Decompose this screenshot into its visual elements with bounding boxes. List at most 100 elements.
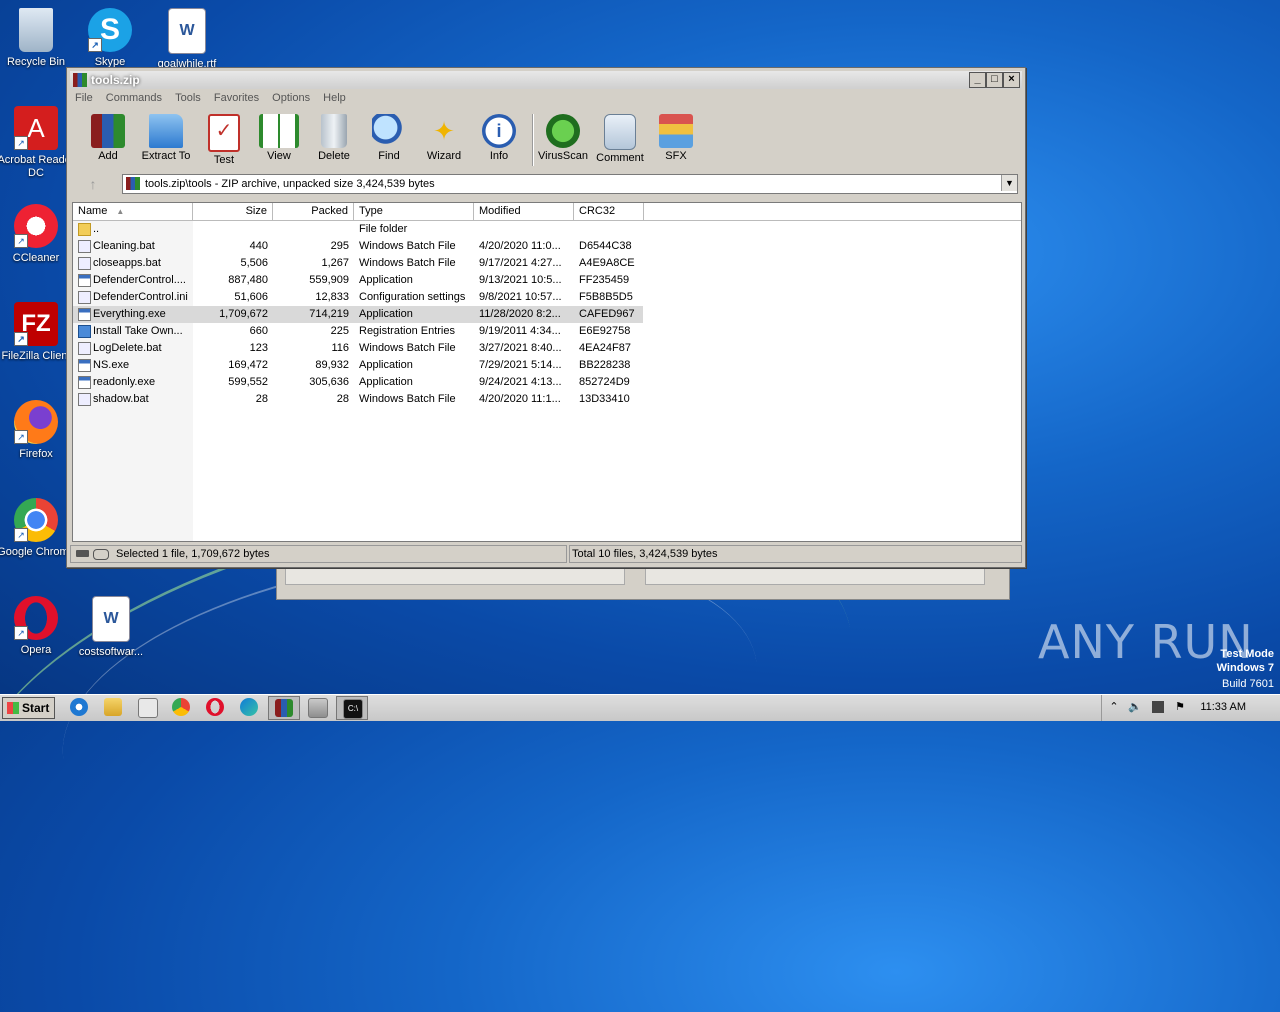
column-header-type[interactable]: Type xyxy=(354,203,474,220)
cell-modified: 7/29/2021 5:14... xyxy=(479,359,562,371)
desktop-icon-firefox[interactable]: ↗ Firefox xyxy=(0,400,75,461)
address-bar[interactable]: tools.zip\tools - ZIP archive, unpacked … xyxy=(122,174,1018,194)
view-button[interactable]: View xyxy=(251,114,307,162)
word-doc-icon: W xyxy=(92,596,130,642)
media-player-icon[interactable] xyxy=(138,698,158,718)
cell-size: 440 xyxy=(249,240,268,252)
minimize-button[interactable]: _ xyxy=(969,72,986,88)
file-row[interactable]: DefenderControl.ini 51,606 12,833 Configura… xyxy=(73,289,643,306)
chrome-taskbar-icon[interactable] xyxy=(172,698,190,716)
desktop-icon-chrome[interactable]: ↗ Google Chrome xyxy=(0,498,75,559)
menu-file[interactable]: File xyxy=(70,90,98,106)
volume-icon[interactable]: 🔈 xyxy=(1128,701,1142,713)
clock[interactable]: 11:33 AM xyxy=(1200,701,1246,713)
window-title: tools.zip xyxy=(91,73,140,87)
taskbar-item-cmd[interactable]: C:\ xyxy=(336,696,368,720)
file-row[interactable]: .. File folder xyxy=(73,221,643,238)
internet-explorer-icon[interactable] xyxy=(70,698,88,716)
winrar-app-icon xyxy=(73,73,87,87)
chevron-down-icon[interactable]: ▼ xyxy=(1001,175,1017,191)
maximize-button[interactable]: □ xyxy=(986,72,1003,88)
menu-favorites[interactable]: Favorites xyxy=(209,90,264,106)
column-header-packed[interactable]: Packed xyxy=(273,203,354,220)
cell-type: Windows Batch File xyxy=(359,393,456,405)
test-button[interactable]: ✓ Test xyxy=(196,114,252,166)
desktop-icon-recycle-bin[interactable]: Recycle Bin xyxy=(0,8,75,69)
find-button[interactable]: Find xyxy=(361,114,417,162)
drive-icon[interactable] xyxy=(76,550,89,557)
horizontal-scrollbar[interactable] xyxy=(285,567,625,585)
cell-modified: 9/17/2021 4:27... xyxy=(479,257,562,269)
column-header-size[interactable]: Size xyxy=(193,203,273,220)
file-row[interactable]: LogDelete.bat 123 116 Windows Batch File 3/2… xyxy=(73,340,643,357)
desktop-icon-costsoftwar[interactable]: W costsoftwar... xyxy=(72,596,150,659)
application-icon xyxy=(78,308,91,321)
close-button[interactable]: × xyxy=(1003,72,1020,88)
horizontal-scrollbar[interactable] xyxy=(645,567,985,585)
taskbar-item-winrar[interactable] xyxy=(268,696,300,720)
view-book-icon xyxy=(259,114,299,148)
column-header-crc32[interactable]: CRC32 xyxy=(574,203,644,220)
menu-tools[interactable]: Tools xyxy=(170,90,206,106)
file-row[interactable]: DefenderControl.... 887,480 559,909 Applica… xyxy=(73,272,643,289)
desktop-icon-skype[interactable]: S ↗ Skype xyxy=(71,8,149,69)
action-center-flag-icon[interactable]: ⚑ xyxy=(1174,701,1186,713)
column-header-modified[interactable]: Modified xyxy=(474,203,574,220)
add-button[interactable]: Add xyxy=(80,114,136,162)
file-list[interactable]: Name ▲ Size Packed Type Modified CRC32 .… xyxy=(72,202,1022,542)
opera-icon: ↗ xyxy=(14,596,58,640)
cell-size: 887,480 xyxy=(228,274,268,286)
file-row[interactable]: Cleaning.bat 440 295 Windows Batch File 4/20… xyxy=(73,238,643,255)
test-clipboard-icon: ✓ xyxy=(208,114,240,152)
desktop-icon-goalwhile[interactable]: W goalwhile.rtf xyxy=(148,8,226,71)
comment-bubble-icon xyxy=(604,114,636,150)
delete-button[interactable]: Delete xyxy=(306,114,362,162)
cell-crc: 13D33410 xyxy=(579,393,630,405)
file-row[interactable]: readonly.exe 599,552 305,636 Application 9/2… xyxy=(73,374,643,391)
column-header-name[interactable]: Name ▲ xyxy=(73,203,193,220)
start-button[interactable]: Start xyxy=(2,697,55,719)
network-icon[interactable] xyxy=(1152,701,1164,713)
menu-commands[interactable]: Commands xyxy=(101,90,167,106)
title-bar[interactable]: tools.zip _ □ × xyxy=(70,71,1022,89)
cell-modified xyxy=(479,221,574,238)
desktop-icon-acrobat[interactable]: A ↗ Acrobat Reader DC xyxy=(0,106,75,180)
desktop-icon-filezilla[interactable]: FZ ↗ FileZilla Client xyxy=(0,302,75,363)
comment-button[interactable]: Comment xyxy=(592,114,648,164)
cell-name: DefenderControl.ini xyxy=(93,291,188,303)
wizard-button[interactable]: ✦ Wizard xyxy=(416,114,472,162)
app-window-icon[interactable] xyxy=(308,698,328,718)
shortcut-arrow-icon: ↗ xyxy=(14,332,28,346)
desktop-icon-opera[interactable]: ↗ Opera xyxy=(0,596,75,657)
zip-archive-icon xyxy=(126,177,140,190)
status-bar: Selected 1 file, 1,709,672 bytes Total 1… xyxy=(70,545,1022,563)
word-doc-icon: W xyxy=(168,8,206,54)
tray-expand-icon[interactable]: ⌃ xyxy=(1108,701,1120,713)
cell-crc xyxy=(579,221,643,238)
edge-icon[interactable] xyxy=(240,698,258,716)
cell-modified: 9/13/2021 10:5... xyxy=(479,274,562,286)
virusscan-button[interactable]: VirusScan xyxy=(535,114,591,162)
sfx-button[interactable]: SFX xyxy=(648,114,704,162)
cell-packed: 12,833 xyxy=(315,291,349,303)
opera-taskbar-icon[interactable] xyxy=(206,698,224,716)
file-row[interactable]: Everything.exe 1,709,672 714,219 Applicatio… xyxy=(73,306,643,323)
menu-bar: File Commands Tools Favorites Options He… xyxy=(70,90,1022,108)
desktop-icon-ccleaner[interactable]: ↗ CCleaner xyxy=(0,204,75,265)
menu-options[interactable]: Options xyxy=(267,90,315,106)
key-icon[interactable] xyxy=(93,549,109,560)
extract-to-button[interactable]: Extract To xyxy=(138,114,194,162)
cell-crc: A4E9A8CE xyxy=(579,257,635,269)
info-button[interactable]: i Info xyxy=(471,114,527,162)
recycle-bin-icon xyxy=(19,8,53,52)
cell-type: File folder xyxy=(359,223,408,235)
file-row[interactable]: shadow.bat 28 28 Windows Batch File 4/20/202… xyxy=(73,391,643,408)
up-arrow-icon[interactable]: ↑ xyxy=(78,174,108,194)
explorer-folder-icon[interactable] xyxy=(104,698,122,716)
file-row[interactable]: Install Take Own... 660 225 Registration En… xyxy=(73,323,643,340)
file-row[interactable]: closeapps.bat 5,506 1,267 Windows Batch Fil… xyxy=(73,255,643,272)
shortcut-arrow-icon: ↗ xyxy=(14,626,28,640)
cell-name: NS.exe xyxy=(93,359,130,371)
menu-help[interactable]: Help xyxy=(318,90,351,106)
file-row[interactable]: NS.exe 169,472 89,932 Application 7/29/2021 … xyxy=(73,357,643,374)
